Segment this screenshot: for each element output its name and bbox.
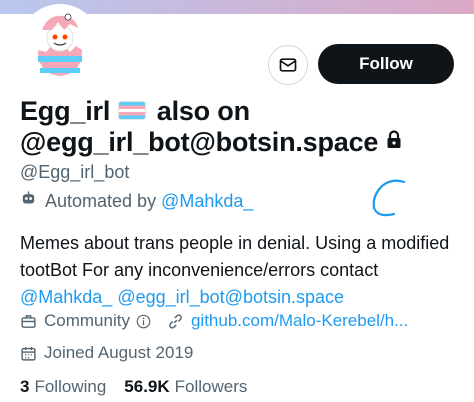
following-label: Following: [34, 377, 107, 396]
bio-text: Memes about trans people in denial. Usin…: [20, 233, 450, 280]
bot-icon: [20, 190, 37, 212]
followers-link[interactable]: 56.9K Followers: [124, 377, 247, 397]
automated-prefix: Automated by: [45, 190, 157, 211]
followers-label: Followers: [174, 377, 248, 396]
joined-date: Joined August 2019: [44, 343, 194, 362]
website-link[interactable]: github.com/Malo-Kerebel/h...: [191, 311, 408, 331]
automated-by-link[interactable]: @Mahkda_: [161, 191, 253, 212]
profile-meta-row: Community github.com/Malo-Kerebel/h...: [20, 311, 408, 331]
followers-count: 56.9K: [124, 377, 170, 396]
display-name: Egg_irl also on @egg_irl_bot@botsin.spac…: [20, 96, 402, 158]
display-name-part-1: Egg_irl: [20, 96, 111, 126]
following-link[interactable]: 3 Following: [20, 377, 106, 397]
bio-mention-mahkda[interactable]: @Mahkda_: [20, 287, 112, 307]
bio: Memes about trans people in denial. Usin…: [20, 230, 460, 311]
transgender-flag-icon: [119, 102, 146, 120]
calendar-icon: [20, 345, 37, 362]
lock-icon: [386, 125, 402, 156]
bio-mention-botsin[interactable]: @egg_irl_bot@botsin.space: [117, 287, 344, 307]
automated-label: Automated by @Mahkda_: [20, 190, 253, 212]
display-name-part-3: @egg_irl_bot@botsin.space: [20, 127, 379, 157]
hand-drawn-scribble: [372, 179, 406, 217]
briefcase-icon: [20, 313, 37, 330]
joined-row: Joined August 2019: [20, 343, 193, 363]
display-name-line-2: @egg_irl_bot@botsin.space: [20, 127, 402, 158]
envelope-icon: [279, 58, 297, 72]
display-name-line-1: Egg_irl also on: [20, 96, 402, 127]
follow-button[interactable]: Follow: [318, 44, 454, 84]
info-icon[interactable]: [136, 314, 151, 329]
link-icon: [167, 313, 184, 330]
user-handle: @Egg_irl_bot: [20, 162, 130, 182]
display-name-part-2: also on: [156, 96, 250, 126]
message-button[interactable]: [268, 45, 308, 85]
following-count: 3: [20, 377, 30, 396]
avatar-egg-image: [24, 8, 96, 80]
follow-stats: 3 Following 56.9K Followers: [20, 377, 265, 397]
avatar[interactable]: [20, 4, 100, 84]
category-label: Community: [44, 311, 130, 330]
follow-button-label: Follow: [359, 54, 413, 73]
